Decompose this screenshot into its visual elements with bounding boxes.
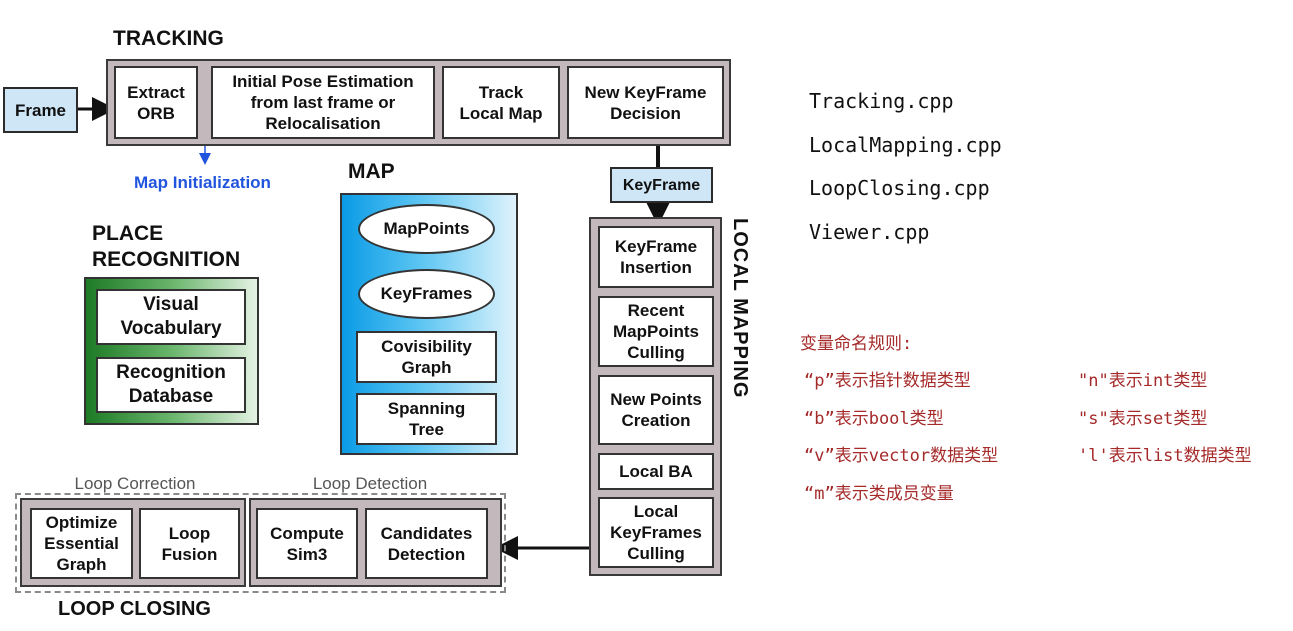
keyframe-insertion-node: KeyFrame Insertion xyxy=(598,226,714,288)
covisibility-graph-node: Covisibility Graph xyxy=(356,331,497,383)
file-tracking: Tracking.cpp xyxy=(809,89,954,113)
mappoints-node: MapPoints xyxy=(358,204,495,254)
keyframes-node: KeyFrames xyxy=(358,269,495,319)
local-ba-node: Local BA xyxy=(598,453,714,490)
file-viewer: Viewer.cpp xyxy=(809,220,930,244)
file-loopclosing: LoopClosing.cpp xyxy=(809,176,990,200)
naming-rule-l: 'l'表示list数据类型 xyxy=(1078,446,1252,466)
loop-closing-title: LOOP CLOSING xyxy=(58,598,211,620)
naming-rule-n: "n"表示int类型 xyxy=(1078,371,1208,391)
optimize-essential-graph-node: Optimize Essential Graph xyxy=(30,508,133,579)
local-mapping-title: LOCAL MAPPING xyxy=(729,218,751,399)
naming-rule-v: “v”表示vector数据类型 xyxy=(804,446,999,466)
local-keyframes-culling-node: Local KeyFrames Culling xyxy=(598,497,714,568)
keyframe-node: KeyFrame xyxy=(610,167,713,203)
loop-detection-label: Loop Detection xyxy=(312,474,428,493)
loop-correction-label: Loop Correction xyxy=(74,474,196,493)
new-keyframe-decision-node: New KeyFrame Decision xyxy=(567,66,724,139)
initial-pose-node: Initial Pose Estimation from last frame … xyxy=(211,66,435,139)
compute-sim3-node: Compute Sim3 xyxy=(256,508,358,579)
loop-fusion-node: Loop Fusion xyxy=(139,508,240,579)
frame-node: Frame xyxy=(3,87,78,133)
new-points-creation-node: New Points Creation xyxy=(598,375,714,445)
naming-rule-m: “m”表示类成员变量 xyxy=(804,484,954,504)
candidates-detection-node: Candidates Detection xyxy=(365,508,488,579)
naming-rule-s: "s"表示set类型 xyxy=(1078,409,1208,429)
file-localmapping: LocalMapping.cpp xyxy=(809,133,1002,157)
visual-vocabulary-node: Visual Vocabulary xyxy=(96,289,246,345)
place-recognition-title: PLACE RECOGNITION xyxy=(92,222,241,271)
map-title: MAP xyxy=(348,160,395,183)
naming-rule-b: “b”表示bool类型 xyxy=(804,409,944,429)
tracking-title: TRACKING xyxy=(113,27,224,50)
map-initialization-label: Map Initialization xyxy=(134,173,271,192)
naming-rules-heading: 变量命名规则: xyxy=(800,334,913,354)
track-local-map-node: Track Local Map xyxy=(442,66,560,139)
naming-rule-p: “p”表示指针数据类型 xyxy=(804,371,971,391)
extract-orb-node: Extract ORB xyxy=(114,66,198,139)
spanning-tree-node: Spanning Tree xyxy=(356,393,497,445)
recognition-database-node: Recognition Database xyxy=(96,357,246,413)
recent-mappoints-culling-node: Recent MapPoints Culling xyxy=(598,296,714,367)
